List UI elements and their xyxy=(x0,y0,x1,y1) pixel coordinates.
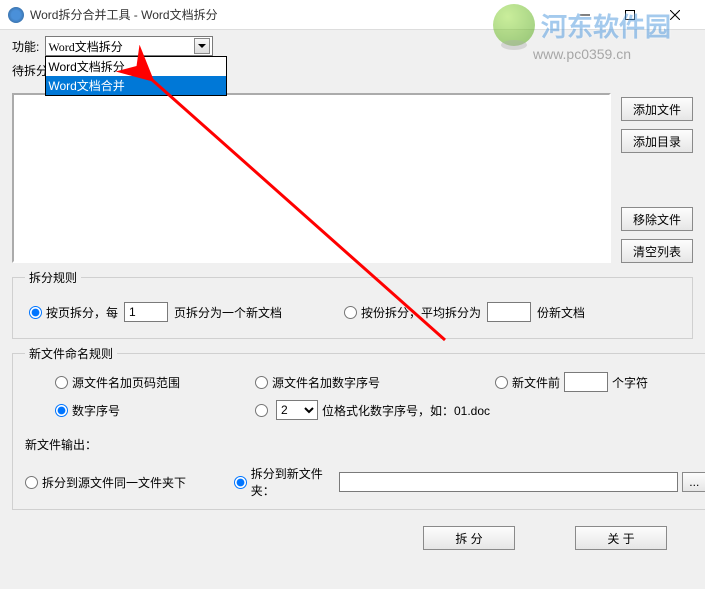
copy-count-input[interactable] xyxy=(487,302,531,322)
browse-button[interactable]: ... xyxy=(682,472,705,492)
name-prefix-radio[interactable] xyxy=(495,376,508,389)
format-label: 位格式化数字序号，如：01.doc xyxy=(322,402,490,419)
name-prefix-suffix: 个字符 xyxy=(612,374,648,391)
format-radio[interactable] xyxy=(255,404,268,417)
add-dir-button[interactable]: 添加目录 xyxy=(621,129,693,153)
function-label: 功能: xyxy=(12,38,39,55)
by-count-radio[interactable] xyxy=(344,306,357,319)
window-title: Word拆分合并工具 - Word文档拆分 xyxy=(30,6,562,23)
prefix-chars-input[interactable] xyxy=(564,372,608,392)
split-rules-legend: 拆分规则 xyxy=(25,269,81,286)
name-prefix-label[interactable]: 新文件前 xyxy=(495,374,560,391)
out-folder-input[interactable] xyxy=(339,472,677,492)
minimize-button[interactable] xyxy=(562,0,607,30)
name-number-label[interactable]: 数字序号 xyxy=(55,402,120,419)
by-page-suffix: 页拆分为一个新文档 xyxy=(174,304,282,321)
page-count-input[interactable] xyxy=(124,302,168,322)
close-button[interactable] xyxy=(652,0,697,30)
name-numidx-label[interactable]: 源文件名加数字序号 xyxy=(255,374,380,391)
by-count-suffix: 份新文档 xyxy=(537,304,585,321)
remove-file-button[interactable]: 移除文件 xyxy=(621,207,693,231)
about-button[interactable]: 关 于 xyxy=(575,526,667,550)
name-number-radio[interactable] xyxy=(55,404,68,417)
combo-dropdown: Word文档拆分 Word文档合并 xyxy=(45,56,227,96)
out-same-radio[interactable] xyxy=(25,476,38,489)
function-combo[interactable]: Word文档拆分 Word文档拆分 Word文档合并 xyxy=(45,36,213,56)
name-pagerange-label[interactable]: 源文件名加页码范围 xyxy=(55,374,180,391)
by-page-radio-label[interactable]: 按页拆分，每 xyxy=(29,304,118,321)
out-new-radio[interactable] xyxy=(234,476,247,489)
by-page-radio[interactable] xyxy=(29,306,42,319)
chevron-down-icon[interactable] xyxy=(194,38,210,54)
out-new-label[interactable]: 拆分到新文件夹： xyxy=(234,465,336,499)
name-pagerange-radio[interactable] xyxy=(55,376,68,389)
combo-selected: Word文档拆分 xyxy=(48,38,194,55)
split-button[interactable]: 拆 分 xyxy=(423,526,515,550)
titlebar: Word拆分合并工具 - Word文档拆分 xyxy=(0,0,705,30)
out-same-label[interactable]: 拆分到源文件同一文件夹下 xyxy=(25,474,186,491)
clear-list-button[interactable]: 清空列表 xyxy=(621,239,693,263)
output-label: 新文件输出： xyxy=(25,436,705,453)
file-list[interactable] xyxy=(12,93,611,263)
add-file-button[interactable]: 添加文件 xyxy=(621,97,693,121)
app-icon xyxy=(8,7,24,23)
naming-rules-legend: 新文件命名规则 xyxy=(25,345,117,362)
digits-select[interactable]: 2 xyxy=(276,400,318,420)
name-numidx-radio[interactable] xyxy=(255,376,268,389)
by-count-radio-label[interactable]: 按份拆分，平均拆分为 xyxy=(344,304,481,321)
combo-option-merge[interactable]: Word文档合并 xyxy=(46,76,226,95)
combo-option-split[interactable]: Word文档拆分 xyxy=(46,57,226,76)
maximize-button[interactable] xyxy=(607,0,652,30)
split-rules-group: 拆分规则 按页拆分，每 页拆分为一个新文档 按份拆分，平均拆分为 份新文档 xyxy=(12,269,693,339)
naming-rules-group: 新文件命名规则 源文件名加页码范围 源文件名加数字序号 xyxy=(12,345,705,510)
